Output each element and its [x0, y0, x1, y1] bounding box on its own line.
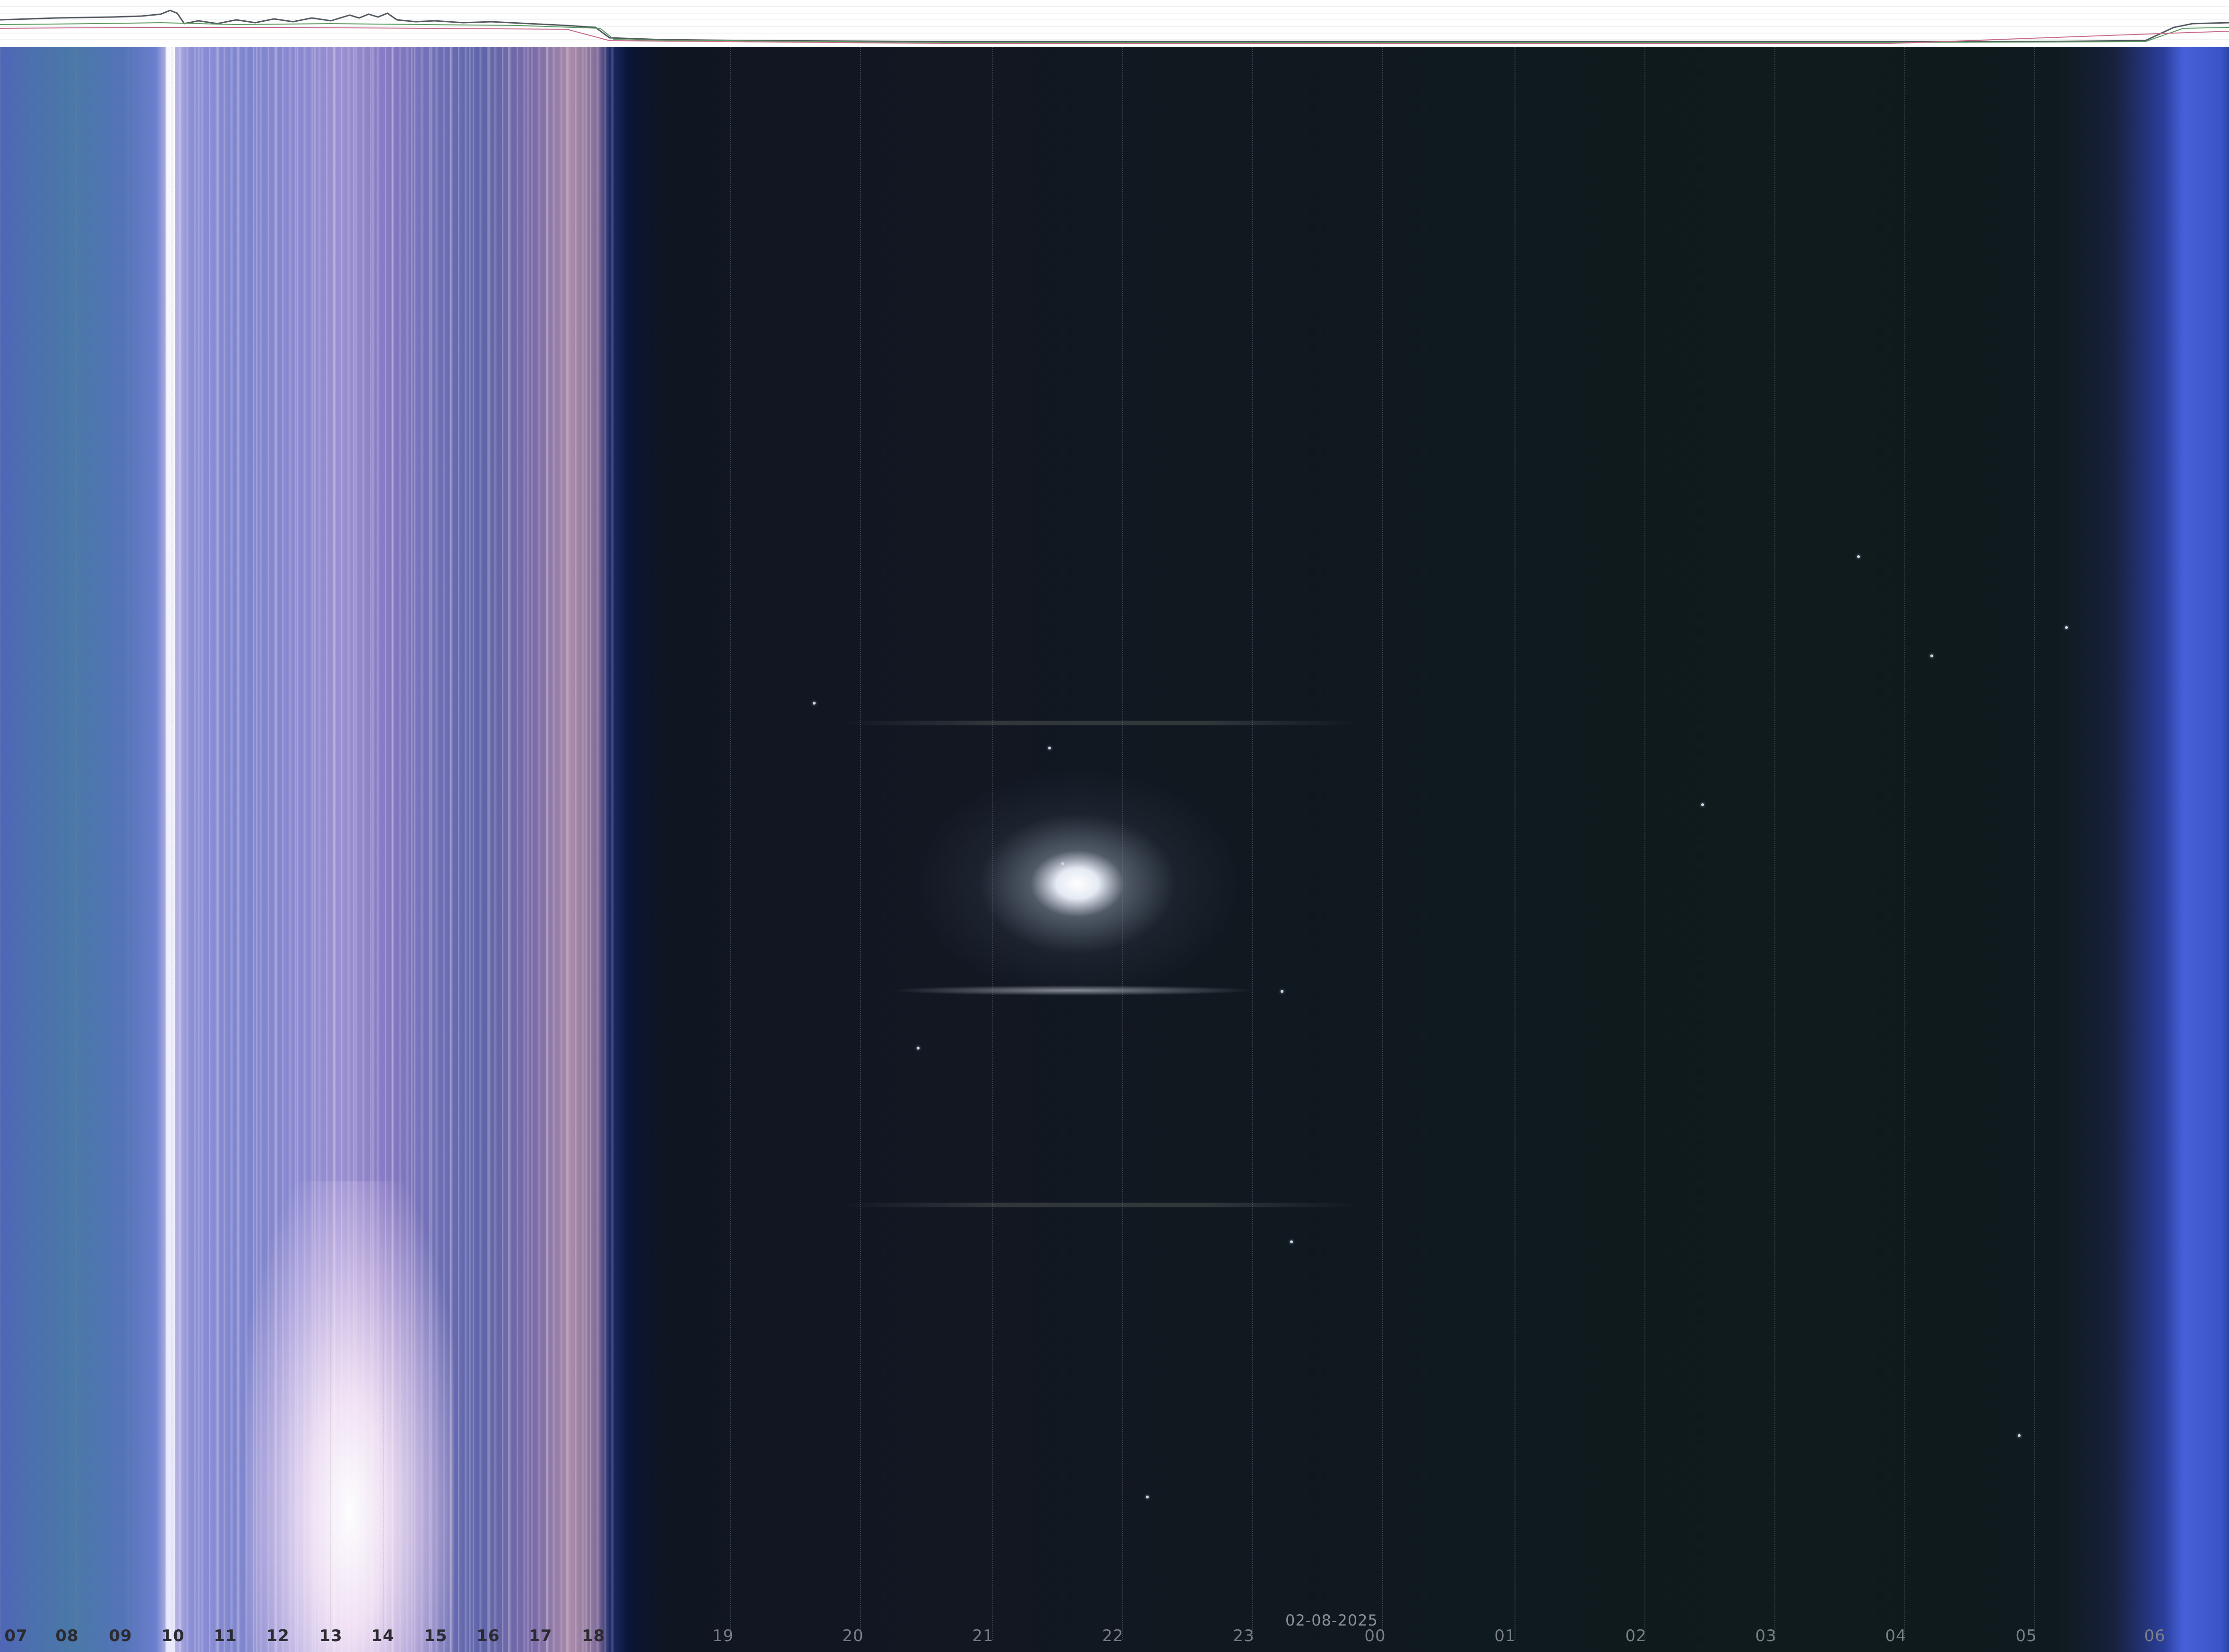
hour-label: 21: [972, 1626, 994, 1645]
hour-label: 14: [371, 1626, 395, 1645]
sensor-trace-strip: [0, 0, 2229, 49]
date-label: 02-08-2025: [1285, 1611, 1378, 1629]
hour-gridline: [330, 47, 331, 1640]
star: [2065, 626, 2068, 629]
hour-label: 15: [424, 1626, 448, 1645]
star: [1048, 747, 1051, 749]
star: [1281, 990, 1283, 993]
hour-gridline: [2034, 47, 2035, 1640]
horizontal-artifact-band: [841, 1203, 1361, 1207]
moon-glare: [912, 766, 1243, 1002]
hour-label: 20: [842, 1626, 864, 1645]
sun-glare: [246, 1181, 454, 1652]
hour-label: 11: [214, 1626, 237, 1645]
star: [1061, 862, 1064, 865]
hour-gridline: [128, 47, 129, 1640]
hour-gridline: [860, 47, 861, 1640]
hour-gridline: [277, 47, 278, 1640]
horizontal-artifact-band: [841, 721, 1361, 725]
hour-label: 18: [582, 1626, 605, 1645]
hour-gridline: [730, 47, 731, 1640]
hour-label: 19: [712, 1626, 734, 1645]
star: [1857, 555, 1860, 558]
hour-label: 23: [1233, 1626, 1255, 1645]
hour-label: 01: [1494, 1626, 1516, 1645]
star: [1930, 654, 1933, 657]
hour-label: 09: [109, 1626, 132, 1645]
hour-label: 12: [266, 1626, 290, 1645]
sensor-trace-plot: [0, 6, 2229, 44]
trace-line-dark: [0, 9, 2229, 43]
star: [917, 1047, 920, 1050]
hour-label: 17: [529, 1626, 552, 1645]
hour-gridline: [0, 47, 1, 1640]
hour-label: 06: [2144, 1626, 2166, 1645]
hour-gridline: [1122, 47, 1123, 1640]
star: [1146, 1496, 1149, 1498]
hour-label: 03: [1755, 1626, 1777, 1645]
hour-label: 04: [1885, 1626, 1907, 1645]
hour-label: 22: [1102, 1626, 1124, 1645]
hour-label: 07: [4, 1626, 28, 1645]
star: [1290, 1240, 1293, 1243]
hour-gridline: [76, 47, 77, 1640]
moon-flare-streak: [888, 985, 1257, 996]
hour-label: 05: [2015, 1626, 2037, 1645]
star: [813, 702, 816, 705]
hour-gridline: [1904, 47, 1905, 1640]
hour-label: 16: [476, 1626, 500, 1645]
hour-gridline: [1252, 47, 1253, 1640]
hour-gridline: [383, 47, 384, 1640]
hour-gridline: [224, 47, 225, 1640]
hour-gridline: [1382, 47, 1383, 1640]
hour-label: 00: [1364, 1626, 1386, 1645]
bright-vertical-band: [166, 47, 175, 1652]
hour-label: 08: [55, 1626, 79, 1645]
star: [2018, 1434, 2021, 1437]
hour-label: 13: [319, 1626, 343, 1645]
hour-gridline: [1774, 47, 1775, 1640]
hour-label: 10: [161, 1626, 185, 1645]
hour-label: 02: [1625, 1626, 1647, 1645]
hour-gridline: [436, 47, 437, 1640]
star: [1701, 803, 1704, 806]
hour-gridline: [1644, 47, 1645, 1640]
hour-gridline: [489, 47, 490, 1640]
hour-gridline: [992, 47, 993, 1640]
keogram-image: 07 08 09 10 11 12 13 14 15 16 17 18 19 2…: [0, 0, 2229, 1652]
hour-gridline: [594, 47, 595, 1640]
keogram-body: [0, 47, 2229, 1652]
